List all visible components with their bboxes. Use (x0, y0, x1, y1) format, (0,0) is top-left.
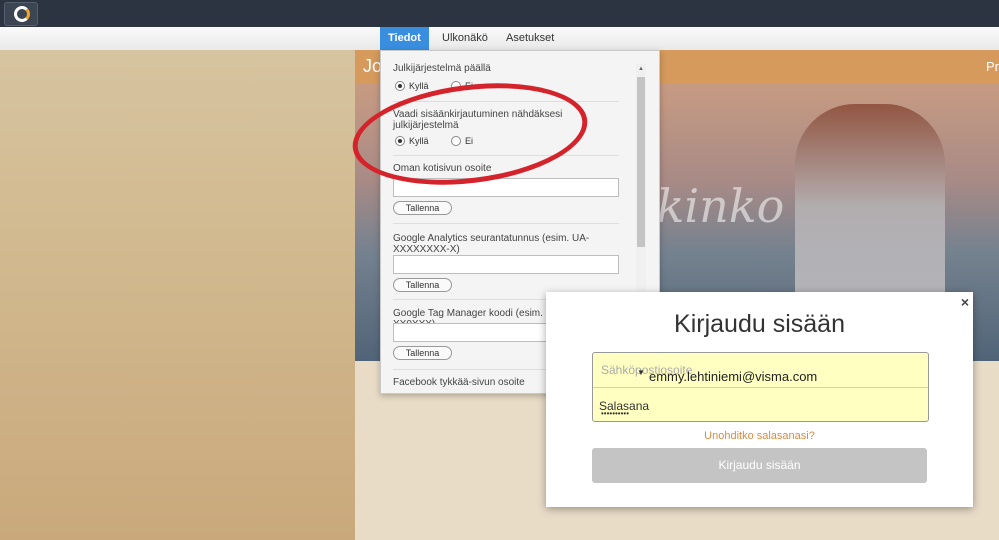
password-dots: •••••••••• (601, 409, 630, 418)
analytics-id-input[interactable] (393, 255, 619, 274)
login-title: Kirjaudu sisään (674, 310, 845, 338)
top-bar (0, 0, 999, 27)
site-header-right: Pr (986, 59, 999, 74)
panel-scrollbar-thumb[interactable] (637, 77, 645, 247)
close-icon[interactable]: × (961, 294, 969, 310)
tab-ulkonako[interactable]: Ulkonäkö (434, 27, 496, 50)
login-submit-button[interactable]: Kirjaudu sisään (592, 448, 927, 483)
autofill-dropdown-icon[interactable]: ▼ (637, 368, 645, 377)
background-left (0, 50, 355, 540)
section4-label: Google Analytics seurantatunnus (esim. U… (393, 233, 590, 255)
logo-icon (14, 6, 30, 22)
tab-asetukset[interactable]: Asetukset (498, 27, 562, 50)
scroll-up-icon[interactable]: ▲ (638, 66, 644, 72)
divider (393, 223, 619, 224)
app-logo-button[interactable] (4, 2, 38, 26)
login-fields: Sähköpostiosoite ▼ emmy.lehtiniemi@visma… (592, 352, 929, 422)
section1-yes-radio[interactable]: Kyllä (395, 80, 429, 92)
radio-checked-icon (395, 80, 405, 91)
save-homepage-button[interactable]: Tallenna (393, 201, 452, 215)
save-tag-manager-button[interactable]: Tallenna (393, 346, 452, 360)
login-dialog: × Kirjaudu sisään Sähköpostiosoite ▼ emm… (546, 292, 973, 507)
save-analytics-button[interactable]: Tallenna (393, 278, 452, 292)
field-divider (593, 387, 928, 388)
tab-tiedot[interactable]: Tiedot (380, 27, 429, 50)
section1-label: Julkijärjestelmä päällä (393, 63, 491, 74)
forgot-password-link[interactable]: Unohditko salasanasi? (546, 430, 973, 442)
email-input[interactable]: emmy.lehtiniemi@visma.com (649, 369, 817, 384)
